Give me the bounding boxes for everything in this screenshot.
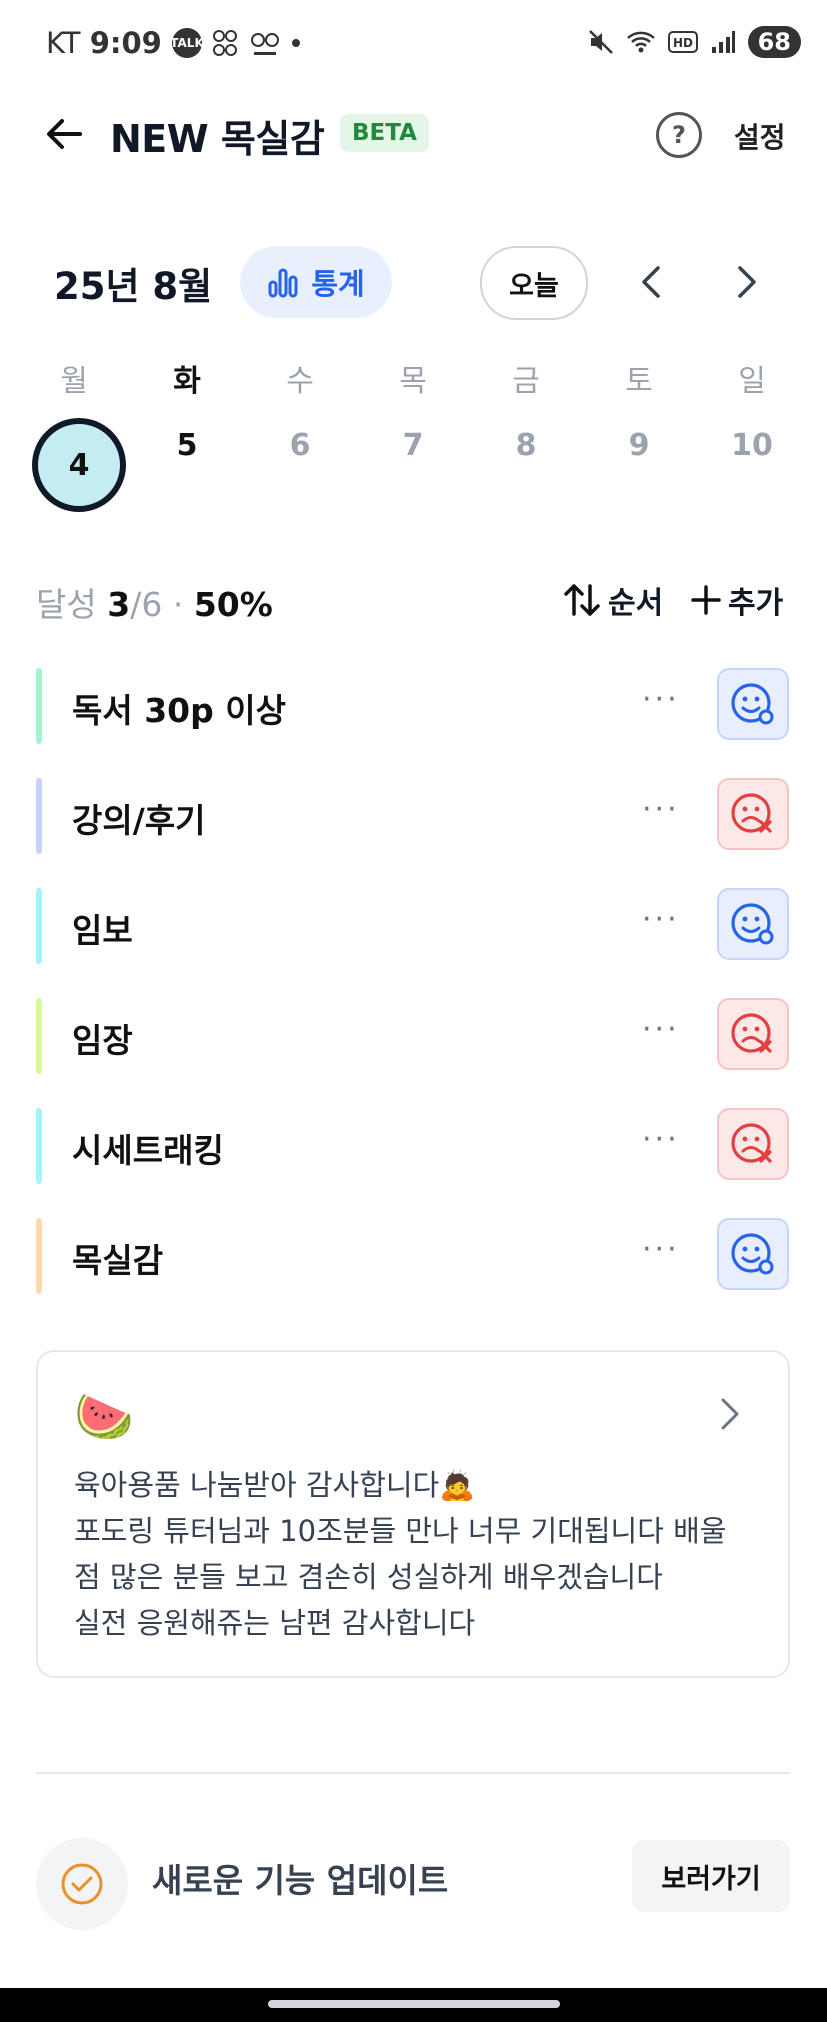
status-bar: KT 9:09 TALK HD 68 bbox=[0, 0, 827, 90]
update-check-icon bbox=[36, 1838, 128, 1930]
next-week-chevron-icon[interactable] bbox=[726, 260, 766, 304]
today-button[interactable]: 오늘 bbox=[480, 246, 588, 320]
bank-notification-icon bbox=[251, 33, 279, 55]
habit-row[interactable]: 목실감 ··· bbox=[36, 1218, 791, 1294]
weekday-label: 금 bbox=[512, 364, 540, 399]
page-title: NEW 목실감 bbox=[110, 117, 325, 161]
memo-line: 점 많은 분들 보고 겸손히 성실하게 배우겠습니다 bbox=[74, 1560, 663, 1594]
habit-row[interactable]: 시세트래킹 ··· bbox=[36, 1108, 791, 1184]
memo-line: 포도링 튜터님과 10조분들 만나 너무 기대됩니다 배울 bbox=[74, 1514, 727, 1548]
weekday-label: 수 bbox=[286, 364, 314, 399]
weekday-label: 화 bbox=[173, 364, 201, 399]
date-cell[interactable]: 7 bbox=[373, 428, 453, 463]
status-notification-icons: TALK bbox=[170, 28, 300, 58]
weekday-label: 토 bbox=[625, 364, 653, 399]
habit-row[interactable]: 강의/후기 ··· bbox=[36, 778, 791, 854]
more-options-icon[interactable]: ··· bbox=[642, 1232, 680, 1267]
weekday-label: 목 bbox=[399, 364, 427, 399]
help-icon[interactable]: ? bbox=[656, 112, 702, 158]
back-arrow-icon[interactable] bbox=[40, 110, 88, 158]
habit-row[interactable]: 임장 ··· bbox=[36, 998, 791, 1074]
current-month: 25년 8월 bbox=[54, 265, 213, 308]
more-options-icon[interactable]: ··· bbox=[642, 792, 680, 827]
habit-name: 시세트래킹 bbox=[72, 1131, 224, 1170]
more-options-icon[interactable]: ··· bbox=[642, 902, 680, 937]
habit-missed-sad-icon[interactable] bbox=[717, 778, 789, 850]
more-notifications-dot bbox=[292, 39, 300, 47]
habit-done-smile-icon[interactable] bbox=[717, 1218, 789, 1290]
stats-button[interactable]: 통계 bbox=[240, 246, 392, 318]
date-cell[interactable]: 10 bbox=[712, 428, 792, 463]
home-gesture-handle[interactable] bbox=[268, 2000, 560, 2008]
habit-missed-sad-icon[interactable] bbox=[717, 1108, 789, 1180]
add-habit-button[interactable]: 추가 bbox=[690, 578, 783, 622]
status-clock: 9:09 bbox=[89, 26, 162, 60]
habit-color-bar bbox=[36, 778, 42, 854]
mute-icon bbox=[588, 30, 613, 54]
habit-color-bar bbox=[36, 888, 42, 964]
weekday-label: 일 bbox=[738, 364, 766, 399]
date-cell[interactable]: 8 bbox=[486, 428, 566, 463]
feature-update-title: 새로운 기능 업데이트 bbox=[152, 1861, 449, 1900]
signal-icon bbox=[711, 31, 735, 53]
memo-line: 실전 응원해쥬는 남편 감사합니다 bbox=[74, 1606, 476, 1640]
habit-color-bar bbox=[36, 1218, 42, 1294]
habit-name: 독서 30p 이상 bbox=[72, 691, 286, 730]
stats-label: 통계 bbox=[311, 267, 365, 301]
habit-name: 임보 bbox=[72, 911, 133, 950]
svg-text:HD: HD bbox=[673, 36, 693, 50]
plus-icon bbox=[691, 585, 721, 615]
habit-color-bar bbox=[36, 1108, 42, 1184]
habit-color-bar bbox=[36, 998, 42, 1074]
memo-text: 육아용품 나눔받아 감사합니다🙇 포도링 튜터님과 10조분들 만나 너무 기대… bbox=[74, 1462, 727, 1646]
hd-voice-icon: HD bbox=[667, 31, 698, 53]
habit-row[interactable]: 독서 30p 이상 ··· bbox=[36, 668, 791, 744]
more-options-icon[interactable]: ··· bbox=[642, 682, 680, 717]
previous-week-chevron-icon[interactable] bbox=[632, 260, 672, 304]
view-update-button[interactable]: 보러가기 bbox=[632, 1840, 790, 1912]
habit-done-smile-icon[interactable] bbox=[717, 668, 789, 740]
achievement-total: /6 bbox=[130, 585, 163, 624]
habit-name: 강의/후기 bbox=[72, 801, 206, 840]
talk-notification-icon: TALK bbox=[170, 28, 204, 58]
chevron-right-icon[interactable] bbox=[718, 1394, 744, 1434]
wifi-icon bbox=[626, 31, 655, 53]
date-cell[interactable]: 9 bbox=[599, 428, 679, 463]
habit-name: 목실감 bbox=[72, 1241, 164, 1280]
more-options-icon[interactable]: ··· bbox=[642, 1012, 680, 1047]
habit-color-bar bbox=[36, 668, 42, 744]
achievement-summary: 달성 3/6 · 50% bbox=[36, 585, 273, 624]
habit-name: 임장 bbox=[72, 1021, 133, 1060]
beta-badge: BETA bbox=[340, 114, 429, 152]
habit-done-smile-icon[interactable] bbox=[717, 888, 789, 960]
section-divider bbox=[36, 1772, 790, 1774]
status-system-icons: HD 68 bbox=[588, 26, 801, 58]
sort-order-button[interactable]: 순서 bbox=[562, 578, 663, 622]
app-notification-icon bbox=[213, 30, 237, 56]
settings-button[interactable]: 설정 bbox=[734, 116, 786, 156]
bar-chart-icon bbox=[268, 268, 298, 298]
battery-level: 68 bbox=[747, 26, 801, 58]
date-cell[interactable]: 6 bbox=[260, 428, 340, 463]
sort-arrows-icon bbox=[564, 584, 600, 616]
status-carrier: KT 9:09 bbox=[46, 26, 162, 60]
memo-line: 육아용품 나눔받아 감사합니다🙇 bbox=[74, 1468, 476, 1502]
date-selected[interactable]: 4 bbox=[32, 418, 126, 512]
habit-row[interactable]: 임보 ··· bbox=[36, 888, 791, 964]
achievement-done: 3 bbox=[107, 585, 131, 624]
gratitude-memo-card[interactable]: 🍉 육아용품 나눔받아 감사합니다🙇 포도링 튜터님과 10조분들 만나 너무 … bbox=[36, 1350, 790, 1678]
date-cell[interactable]: 5 bbox=[147, 428, 227, 463]
habit-missed-sad-icon[interactable] bbox=[717, 998, 789, 1070]
achievement-percent: 50% bbox=[193, 585, 273, 624]
weekday-label: 월 bbox=[60, 364, 88, 399]
more-options-icon[interactable]: ··· bbox=[642, 1122, 680, 1157]
watermelon-icon: 🍉 bbox=[74, 1389, 134, 1445]
